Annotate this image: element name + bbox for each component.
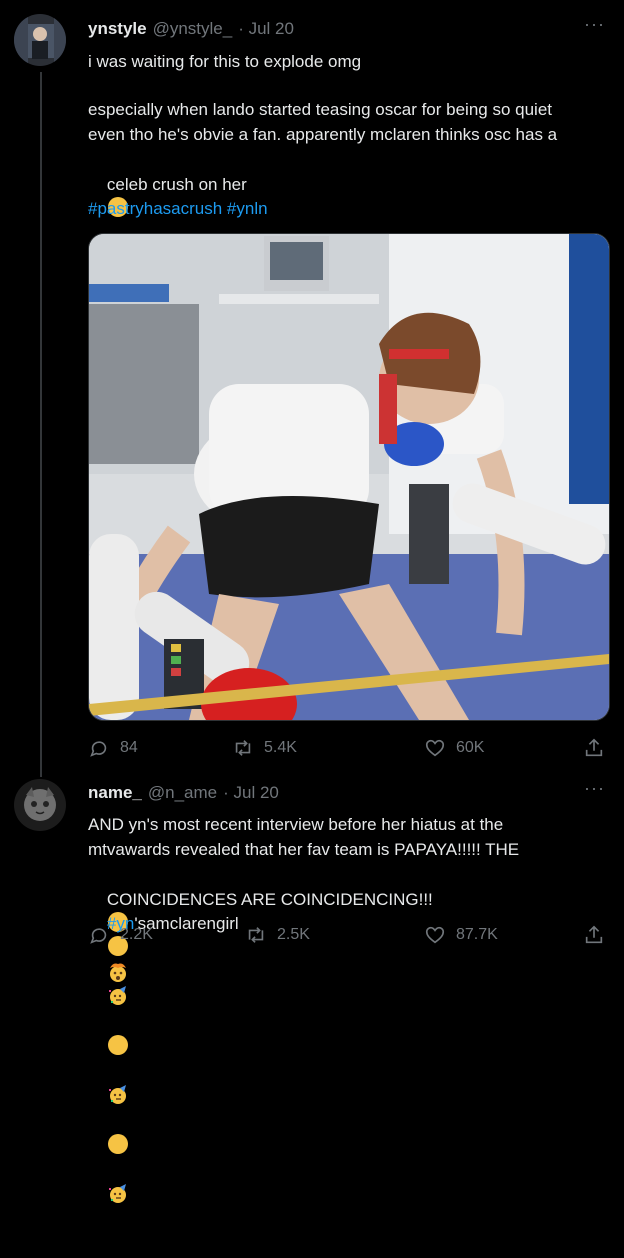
reply-icon bbox=[90, 928, 107, 944]
reply-icon bbox=[90, 741, 107, 757]
tweet-text-line: even tho he's obvie a fan. apparently mc… bbox=[88, 125, 558, 144]
display-name[interactable]: ynstyle bbox=[88, 19, 147, 39]
tweet-text-line: AND yn's most recent interview before he… bbox=[88, 815, 504, 834]
handle[interactable]: @n_ame bbox=[148, 783, 217, 803]
avatar[interactable] bbox=[14, 779, 66, 831]
reply-button[interactable]: 84 bbox=[88, 737, 138, 759]
retweet-icon bbox=[248, 927, 264, 943]
tweet-text: celeb crush on her bbox=[106, 175, 247, 194]
retweet-icon bbox=[235, 740, 251, 756]
like-count: 60K bbox=[456, 739, 485, 756]
share-icon bbox=[585, 925, 603, 944]
avatar[interactable] bbox=[14, 14, 66, 66]
thread-line bbox=[40, 72, 42, 777]
avatar-image bbox=[14, 14, 66, 66]
reply-button[interactable]: 2.2K bbox=[88, 924, 153, 946]
tweet-text-line: i was waiting for this to explode omg bbox=[88, 52, 362, 71]
like-button[interactable]: 87.7K bbox=[424, 924, 498, 946]
tweet-header: ynstyle @ynstyle_ · Jul 20 bbox=[88, 19, 294, 39]
retweet-button[interactable]: 5.4K bbox=[232, 737, 297, 759]
timestamp[interactable]: · Jul 20 bbox=[223, 783, 279, 803]
tweet-photo[interactable] bbox=[88, 233, 610, 721]
hashtags-link[interactable]: #pastryhasacrush #ynln bbox=[88, 196, 268, 221]
share-icon bbox=[585, 738, 603, 757]
heart-icon bbox=[425, 926, 445, 944]
timestamp[interactable]: · Jul 20 bbox=[238, 19, 294, 39]
like-button[interactable]: 60K bbox=[424, 737, 484, 759]
share-button[interactable] bbox=[583, 737, 615, 759]
reply-count: 2.2K bbox=[120, 926, 153, 943]
like-count: 87.7K bbox=[456, 926, 498, 943]
reply-count: 84 bbox=[120, 739, 138, 756]
retweet-count: 5.4K bbox=[264, 739, 297, 756]
avatar-image bbox=[14, 779, 66, 831]
partying-face-icon bbox=[107, 1134, 128, 1203]
more-options-icon[interactable]: ··· bbox=[584, 14, 605, 35]
display-name[interactable]: name_ bbox=[88, 783, 142, 803]
heart-icon bbox=[425, 739, 445, 757]
retweet-count: 2.5K bbox=[277, 926, 310, 943]
retweet-button[interactable]: 2.5K bbox=[245, 924, 310, 946]
tweet-text-line: mtvawards revealed that her fav team is … bbox=[88, 840, 520, 859]
share-button[interactable] bbox=[583, 924, 615, 946]
more-options-icon[interactable]: ··· bbox=[584, 778, 605, 799]
photo-treadmill-test bbox=[89, 234, 609, 720]
handle[interactable]: @ynstyle_ bbox=[153, 19, 233, 39]
tweet-text-line: especially when lando started teasing os… bbox=[88, 100, 553, 119]
tweet-header: name_ @n_ame · Jul 20 bbox=[88, 783, 279, 803]
partying-face-icon bbox=[107, 1035, 128, 1104]
